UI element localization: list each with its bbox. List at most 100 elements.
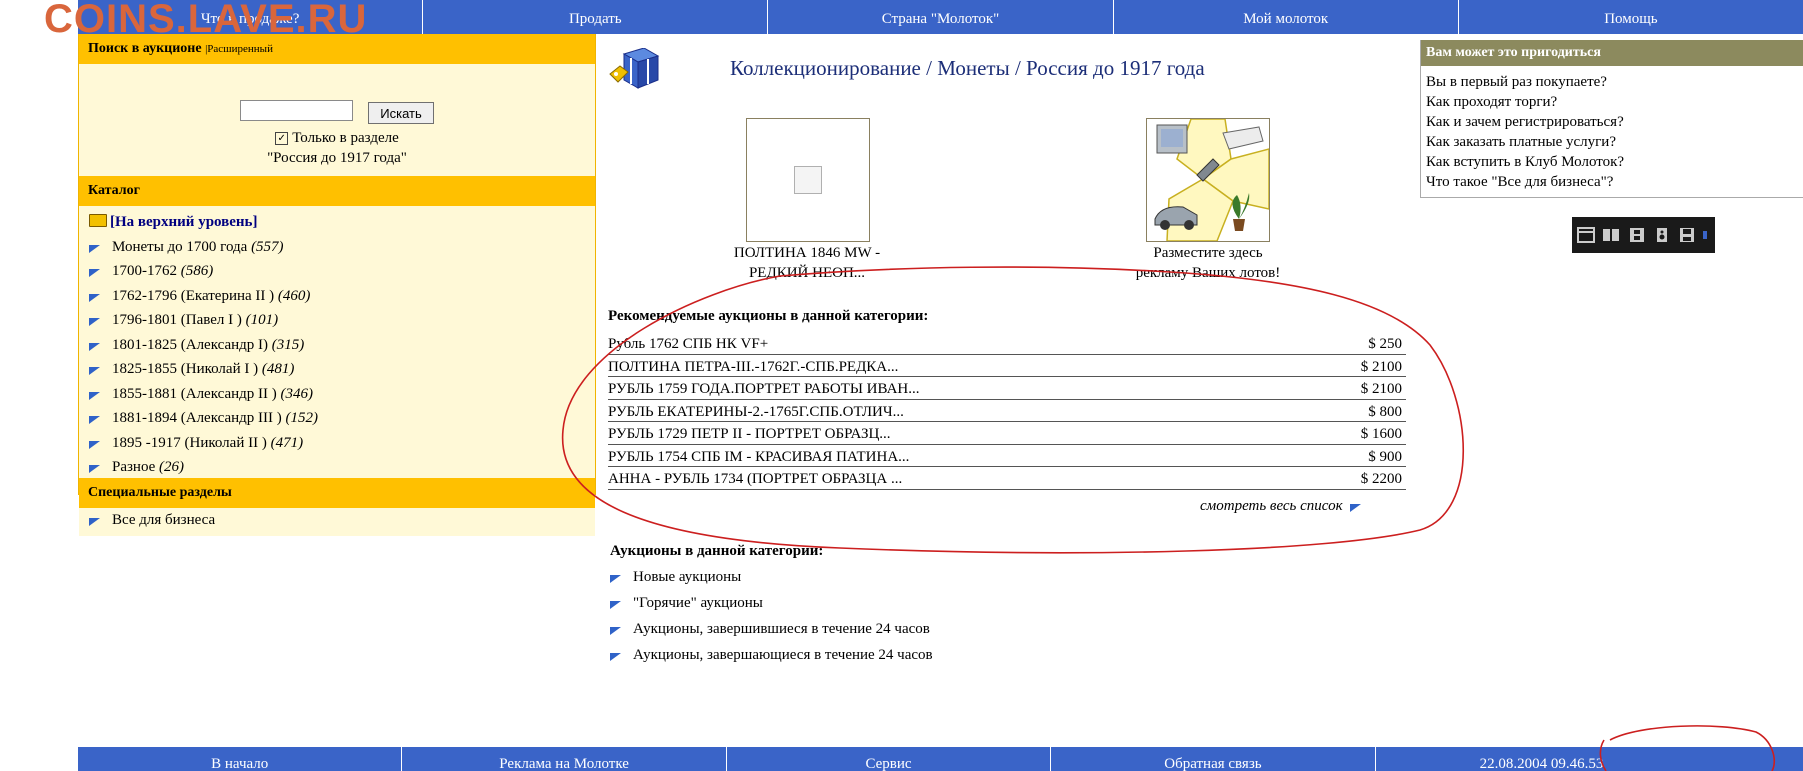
catalog-item-label[interactable]: 1762-1796 (Екатерина II ) <box>112 288 274 304</box>
auction-price: $ 2200 <box>1360 471 1402 487</box>
auction-name-link[interactable]: РУБЛЬ 1759 ГОДА.ПОРТРЕТ РАБОТЫ ИВАН... <box>608 377 919 399</box>
arrow-icon <box>1350 499 1362 513</box>
table-row[interactable]: ПОЛТИНА ПЕТРА-III.-1762Г.-СПБ.РЕДКА... $ … <box>608 355 1406 377</box>
film-icon[interactable] <box>1627 225 1646 245</box>
nav-advertising[interactable]: Реклама на Молотке <box>401 747 725 771</box>
table-row[interactable]: АННА - РУБЛЬ 1734 (ПОРТРЕТ ОБРАЗЦА ... $ … <box>608 467 1406 490</box>
search-input[interactable] <box>240 100 353 121</box>
catalog-item[interactable]: 1825-1855 (Николай I ) (481) <box>79 357 595 382</box>
catalog-item-label[interactable]: 1855-1881 (Александр II ) <box>112 386 277 402</box>
catalog-item[interactable]: 1855-1881 (Александр II ) (346) <box>79 382 595 407</box>
see-all-link[interactable]: смотреть весь список <box>1200 498 1362 515</box>
auction-name-link[interactable]: РУБЛЬ 1754 СПБ IM - КРАСИВАЯ ПАТИНА... <box>608 445 909 467</box>
arrow-icon <box>89 264 100 278</box>
category-auction-label[interactable]: Аукционы, завершившиеся в течение 24 час… <box>633 621 930 637</box>
arrow-icon <box>89 411 100 425</box>
book-icon[interactable] <box>1601 225 1620 245</box>
catalog-item[interactable]: 1881-1894 (Александр III ) (152) <box>79 406 595 431</box>
special-item-label[interactable]: Все для бизнеса <box>112 512 215 528</box>
speaker-icon[interactable] <box>1652 225 1671 245</box>
arrow-icon <box>89 362 100 376</box>
catalog-item[interactable]: Монеты до 1700 года (557) <box>79 235 595 260</box>
nav-my-molotok[interactable]: Мой молоток <box>1112 0 1458 34</box>
category-auction-label[interactable]: Аукционы, завершающиеся в течение 24 час… <box>633 647 933 663</box>
featured-lot-caption-line[interactable]: ПОЛТИНА 1846 MW - <box>700 243 914 263</box>
category-auction-label[interactable]: "Горячие" аукционы <box>633 595 763 611</box>
left-panel: Поиск в аукционе |Расширенный Искать ✓ То… <box>78 34 596 536</box>
catalog-item-label[interactable]: 1881-1894 (Александр III ) <box>112 410 282 426</box>
nav-home[interactable]: В начало <box>78 747 401 771</box>
bottom-nav: В начало Реклама на Молотке Сервис Обрат… <box>78 747 1803 771</box>
featured-lot-caption-line[interactable]: РЕДКИЙ НЕОП... <box>700 263 914 283</box>
featured-lot-image[interactable] <box>746 118 870 242</box>
auction-name-link[interactable]: АННА - РУБЛЬ 1734 (ПОРТРЕТ ОБРАЗЦА ... <box>608 467 902 489</box>
advanced-search-link[interactable]: Расширенный <box>207 43 273 55</box>
catalog-item-label[interactable]: 1895 -1917 (Николай II ) <box>112 435 267 451</box>
catalog-item[interactable]: 1801-1825 (Александр I) (315) <box>79 333 595 358</box>
more-icon[interactable] <box>1703 225 1709 245</box>
catalog-item[interactable]: 1895 -1917 (Николай II ) (471) <box>79 431 595 456</box>
special-header: Специальные разделы <box>79 478 595 508</box>
help-link[interactable]: Что такое "Все для бизнеса"? <box>1421 172 1803 192</box>
catalog-item-count: (315) <box>271 336 305 353</box>
nav-help[interactable]: Помощь <box>1457 0 1803 34</box>
auction-name-link[interactable]: ПОЛТИНА ПЕТРА-III.-1762Г.-СПБ.РЕДКА... <box>608 355 898 377</box>
featured-lot-caption[interactable]: ПОЛТИНА 1846 MW - РЕДКИЙ НЕОП... <box>700 243 914 283</box>
table-row[interactable]: РУБЛЬ ЕКАТЕРИНЫ-2.-1765Г.СПБ.ОТЛИЧ... $ 8… <box>608 400 1406 422</box>
help-link[interactable]: Вы в первый раз покупаете? <box>1421 72 1803 92</box>
category-auction-label[interactable]: Новые аукционы <box>633 569 741 585</box>
ad-caption-line[interactable]: Разместите здесь <box>1110 243 1306 263</box>
catalog-item-label[interactable]: 1700-1762 <box>112 263 177 279</box>
auction-name-link[interactable]: Рубль 1762 СПБ НК VF+ <box>608 332 768 354</box>
nav-service[interactable]: Сервис <box>725 747 1050 771</box>
category-auction-link[interactable]: Аукционы, завершающиеся в течение 24 час… <box>610 647 933 664</box>
catalog-item-label[interactable]: 1796-1801 (Павел I ) <box>112 312 242 328</box>
table-row[interactable]: РУБЛЬ 1759 ГОДА.ПОРТРЕТ РАБОТЫ ИВАН... $ … <box>608 377 1406 400</box>
special-item[interactable]: Все для бизнеса <box>79 508 595 533</box>
nav-country-molotok[interactable]: Страна "Молоток" <box>767 0 1112 34</box>
breadcrumb: Коллекционирование / Монеты / Россия до … <box>730 56 1205 80</box>
search-title: Поиск в аукционе <box>88 41 202 56</box>
section-name: "Россия до 1917 года" <box>267 150 407 166</box>
nav-sell[interactable]: Продать <box>422 0 767 34</box>
ad-caption[interactable]: Разместите здесь рекламу Ваших лотов! <box>1110 243 1306 283</box>
table-row[interactable]: РУБЛЬ 1729 ПЕТР II - ПОРТРЕТ ОБРАЗЦ... $ … <box>608 422 1406 445</box>
top-level-link[interactable]: [На верхний уровень] <box>110 214 258 230</box>
help-link[interactable]: Как и зачем регистрироваться? <box>1421 112 1803 132</box>
catalog-item-count: (557) <box>251 238 284 255</box>
category-auction-link[interactable]: Новые аукционы <box>610 569 741 586</box>
catalog-item-count: (471) <box>270 434 304 451</box>
auction-name-link[interactable]: РУБЛЬ 1729 ПЕТР II - ПОРТРЕТ ОБРАЗЦ... <box>608 422 891 444</box>
see-all-label[interactable]: смотреть весь список <box>1200 498 1343 514</box>
auction-price: $ 900 <box>1368 448 1402 465</box>
catalog-item[interactable]: Разное (26) <box>79 455 595 480</box>
catalog-item-label[interactable]: Монеты до 1700 года <box>112 239 247 255</box>
arrow-icon <box>89 436 100 449</box>
only-section-checkbox[interactable]: ✓ <box>275 132 289 145</box>
category-auction-link[interactable]: Аукционы, завершившиеся в течение 24 час… <box>610 621 930 638</box>
catalog-item-count: (26) <box>159 459 185 475</box>
help-link[interactable]: Как проходят торги? <box>1421 92 1803 112</box>
catalog-item[interactable]: 1700-1762 (586) <box>79 259 595 284</box>
table-row[interactable]: Рубль 1762 СПБ НК VF+ $ 250 <box>608 332 1406 355</box>
help-link[interactable]: Как вступить в Клуб Молоток? <box>1421 152 1803 172</box>
catalog-item-label[interactable]: 1825-1855 (Николай I ) <box>112 361 258 377</box>
nav-feedback[interactable]: Обратная связь <box>1050 747 1374 771</box>
arrow-icon <box>89 289 100 302</box>
catalog-item-label[interactable]: 1801-1825 (Александр I) <box>112 337 268 353</box>
ad-caption-line[interactable]: рекламу Ваших лотов! <box>1110 263 1306 283</box>
search-button[interactable]: Искать <box>368 102 434 124</box>
catalog-top-level[interactable]: [На верхний уровень] <box>79 210 595 235</box>
special-list: Все для бизнеса <box>79 508 595 536</box>
category-auction-link[interactable]: "Горячие" аукционы <box>610 595 763 612</box>
window-icon[interactable] <box>1576 225 1595 245</box>
auction-name-link[interactable]: РУБЛЬ ЕКАТЕРИНЫ-2.-1765Г.СПБ.ОТЛИЧ... <box>608 400 904 422</box>
catalog-item[interactable]: 1796-1801 (Павел I ) (101) <box>79 308 595 333</box>
category-auctions-title: Аукционы в данной категории: <box>610 543 824 559</box>
catalog-item-label[interactable]: Разное <box>112 459 155 475</box>
save-icon[interactable] <box>1678 225 1697 245</box>
catalog-item[interactable]: 1762-1796 (Екатерина II ) (460) <box>79 284 595 309</box>
table-row[interactable]: РУБЛЬ 1754 СПБ IM - КРАСИВАЯ ПАТИНА... $ … <box>608 445 1406 467</box>
ad-placeholder-image[interactable] <box>1146 118 1270 242</box>
help-link[interactable]: Как заказать платные услуги? <box>1421 132 1803 152</box>
